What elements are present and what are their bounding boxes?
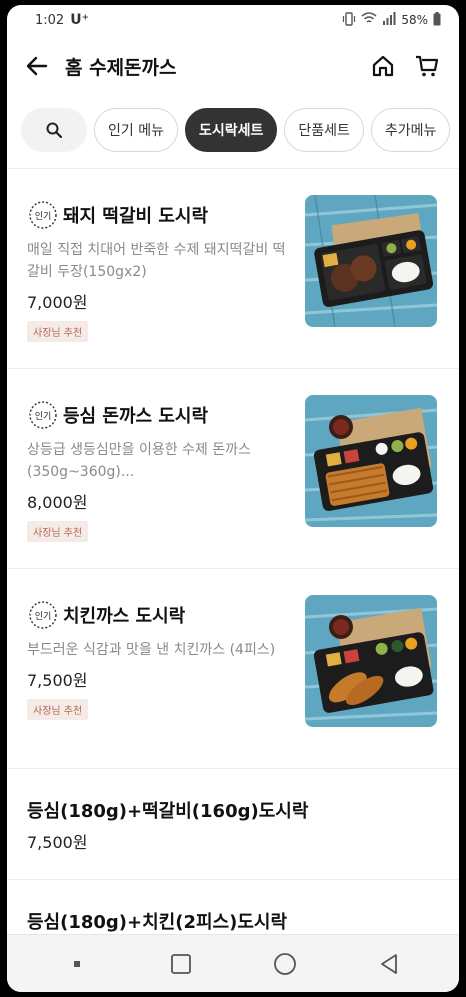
menu-item-price: 7,500원 xyxy=(27,833,88,852)
popular-badge-icon: 인기 xyxy=(27,399,59,431)
vibrate-icon xyxy=(342,11,356,29)
svg-text:인기: 인기 xyxy=(35,611,52,622)
status-time: 1:02 xyxy=(35,12,65,28)
search-icon xyxy=(46,122,62,138)
back-arrow-icon[interactable] xyxy=(23,52,51,80)
svg-text:인기: 인기 xyxy=(35,411,52,422)
search-button[interactable] xyxy=(21,107,87,152)
popular-badge-icon: 인기 xyxy=(27,199,59,231)
menu-item-price: 7,000원 xyxy=(27,293,88,312)
battery-icon xyxy=(433,11,441,29)
menu-item-desc: 상등급 생등심만을 이용한 수제 돈까스 (350g~360g)... xyxy=(27,442,251,480)
svg-text:인기: 인기 xyxy=(35,211,52,222)
menu-item-price: 8,000원 xyxy=(27,493,88,512)
tab-popular[interactable]: 인기 메뉴 xyxy=(94,107,178,152)
recommend-tag: 사장님 추천 xyxy=(27,321,89,342)
menu-item-desc: 매일 직접 치대어 반죽한 수제 돼지떡갈비 떡갈비 두장(150gx2) xyxy=(27,242,286,280)
recent-apps-icon[interactable] xyxy=(161,944,201,984)
menu-item-name: 등심(180g)+떡갈비(160g)도시락 xyxy=(27,801,309,822)
tab-single-set[interactable]: 단품세트 xyxy=(284,107,364,152)
page-title: 홈 수제돈까스 xyxy=(65,56,177,79)
cart-icon[interactable] xyxy=(411,50,443,82)
menu-item-price: 7,500원 xyxy=(27,671,88,690)
tab-lunchbox-set[interactable]: 도시락세트 xyxy=(184,107,278,152)
menu-item-name: 치킨까스 도시락 xyxy=(63,606,186,627)
menu-item[interactable]: 인기 돼지 떡갈비 도시락 매일 직접 치대어 반죽한 수제 돼지떡갈비 떡갈비… xyxy=(7,169,459,369)
recommend-tag: 사장님 추천 xyxy=(27,699,89,720)
menu-item[interactable]: 등심(180g)+떡갈비(160g)도시락 7,500원 xyxy=(7,769,459,880)
carrier-label: U⁺ xyxy=(70,12,89,28)
system-nav-bar xyxy=(7,934,459,992)
menu-item-name: 등심(180g)+치킨(2피스)도시락 xyxy=(27,912,288,933)
home-circle-icon[interactable] xyxy=(265,944,305,984)
menu-item-desc: 부드러운 식감과 맛을 낸 치킨까스 (4피스) xyxy=(27,642,276,658)
app-header: 홈 수제돈까스 xyxy=(7,35,459,97)
wifi-icon xyxy=(361,12,377,28)
menu-item[interactable]: 인기 등심 돈까스 도시락 상등급 생등심만을 이용한 수제 돈까스 (350g… xyxy=(7,369,459,569)
phone-screen: 1:02 U⁺ 58% 홈 수제돈까스 인기 메뉴 도시락세트 단품세트 추가메… xyxy=(7,5,459,992)
status-bar: 1:02 U⁺ 58% xyxy=(7,5,459,35)
category-tabs: 인기 메뉴 도시락세트 단품세트 추가메뉴 xyxy=(7,97,459,169)
tab-extra-menu[interactable]: 추가메뉴 xyxy=(370,107,451,152)
menu-item-name: 돼지 떡갈비 도시락 xyxy=(63,206,209,227)
popular-badge-icon: 인기 xyxy=(27,599,59,631)
food-photo[interactable] xyxy=(305,395,437,527)
signal-icon xyxy=(382,12,396,28)
nav-menu-dot-icon[interactable] xyxy=(57,944,97,984)
menu-item-name: 등심 돈까스 도시락 xyxy=(63,406,209,427)
recommend-tag: 사장님 추천 xyxy=(27,521,89,542)
home-icon[interactable] xyxy=(367,50,399,82)
nav-back-icon[interactable] xyxy=(369,944,409,984)
battery-percent: 58% xyxy=(401,13,428,27)
food-photo[interactable] xyxy=(305,595,437,727)
food-photo[interactable] xyxy=(305,195,437,327)
menu-item[interactable]: 인기 치킨까스 도시락 부드러운 식감과 맛을 낸 치킨까스 (4피스) 7,5… xyxy=(7,569,459,769)
